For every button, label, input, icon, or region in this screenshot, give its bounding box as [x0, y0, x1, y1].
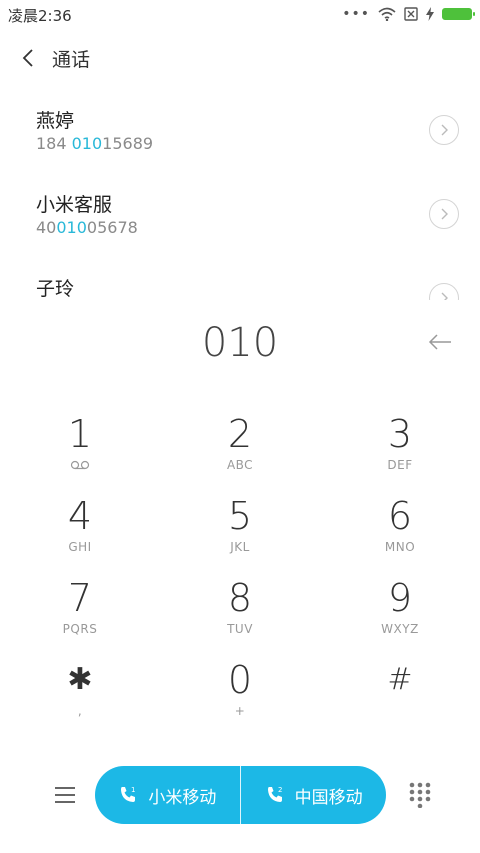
- hamburger-menu-icon: [55, 787, 75, 803]
- key-digit: ✱: [67, 662, 93, 697]
- bottom-action-bar: 1 小米移动 2 中国移动: [0, 764, 480, 826]
- phone-sim2-icon: 2: [267, 786, 282, 802]
- chevron-right-icon: [441, 208, 448, 220]
- contact-item[interactable]: 燕婷 184 01015689: [0, 92, 480, 176]
- key-7[interactable]: 7 PQRS: [20, 576, 140, 652]
- contact-name: 小米客服: [36, 194, 113, 216]
- key-letters: +: [234, 704, 246, 718]
- number-suffix: 15689: [102, 134, 154, 153]
- key-hash[interactable]: #: [340, 658, 460, 734]
- contact-name: 燕婷: [36, 110, 75, 132]
- dialed-number[interactable]: 010: [0, 320, 480, 366]
- key-0[interactable]: 0 +: [180, 658, 300, 734]
- key-letters: ABC: [226, 458, 254, 472]
- contact-item[interactable]: 子玲: [0, 260, 480, 300]
- menu-button[interactable]: [50, 780, 80, 810]
- key-1[interactable]: 1: [20, 412, 140, 488]
- contact-detail-button[interactable]: [429, 283, 459, 300]
- header: 通话: [0, 38, 480, 78]
- key-digit: 9: [387, 576, 413, 620]
- key-letters: ,: [77, 704, 83, 718]
- voicemail-icon: [70, 460, 90, 470]
- key-8[interactable]: 8 TUV: [180, 576, 300, 652]
- key-6[interactable]: 6 MNO: [340, 494, 460, 570]
- number-match: 010: [56, 218, 87, 237]
- wifi-icon: [378, 7, 396, 21]
- sim1-label: 小米移动: [148, 787, 217, 808]
- contact-item[interactable]: 小米客服 4001005678: [0, 176, 480, 260]
- key-digit: 3: [387, 412, 413, 456]
- number-suffix: 05678: [86, 218, 138, 237]
- back-button[interactable]: [14, 44, 42, 72]
- phone-sim1-icon: 1: [121, 786, 136, 802]
- key-4[interactable]: 4 GHI: [20, 494, 140, 570]
- contact-number: 4001005678: [36, 218, 138, 237]
- key-digit: 4: [67, 494, 93, 538]
- chevron-right-icon: [441, 292, 448, 300]
- page-title: 通话: [52, 49, 91, 71]
- key-digit: 5: [227, 494, 253, 538]
- key-letters: MNO: [384, 540, 416, 554]
- contact-detail-button[interactable]: [429, 199, 459, 229]
- status-bar: 凌晨2:36 •••: [0, 0, 480, 28]
- contact-name: 子玲: [36, 278, 75, 300]
- key-letters: DEF: [387, 458, 413, 472]
- sim2-label: 中国移动: [294, 787, 363, 808]
- key-9[interactable]: 9 WXYZ: [340, 576, 460, 652]
- call-buttons: 1 小米移动 2 中国移动: [95, 766, 386, 824]
- svg-text:1: 1: [131, 786, 135, 794]
- status-icons: •••: [342, 4, 475, 24]
- battery-icon: [442, 8, 475, 20]
- call-sim2-button[interactable]: 2 中国移动: [241, 766, 386, 824]
- key-2[interactable]: 2 ABC: [180, 412, 300, 488]
- no-sim-icon: [404, 7, 418, 21]
- key-5[interactable]: 5 JKL: [180, 494, 300, 570]
- key-letters: GHI: [68, 540, 92, 554]
- dialpad-toggle-button[interactable]: [405, 780, 435, 810]
- key-digit: 1: [67, 412, 93, 456]
- number-prefix: 184: [36, 134, 72, 153]
- contact-results-list[interactable]: 燕婷 184 01015689 小米客服 4001005678 子玲: [0, 92, 480, 300]
- key-3[interactable]: 3 DEF: [340, 412, 460, 488]
- chevron-left-icon: [22, 49, 33, 67]
- contact-detail-button[interactable]: [429, 115, 459, 145]
- status-time: 凌晨2:36: [8, 7, 72, 25]
- charging-bolt-icon: [426, 7, 434, 21]
- key-digit: 8: [227, 576, 253, 620]
- key-digit: #: [387, 662, 413, 697]
- key-star[interactable]: ✱ ,: [20, 658, 140, 734]
- key-letters: PQRS: [62, 622, 98, 636]
- key-digit: 7: [67, 576, 93, 620]
- more-dots-icon: •••: [342, 6, 370, 22]
- key-letters: WXYZ: [381, 622, 419, 636]
- key-letters: JKL: [230, 540, 250, 554]
- key-digit: 0: [227, 658, 253, 702]
- number-prefix: 40: [36, 218, 57, 237]
- key-letters: TUV: [227, 622, 253, 636]
- svg-text:2: 2: [278, 786, 282, 794]
- dial-display: 010: [0, 318, 480, 368]
- call-sim1-button[interactable]: 1 小米移动: [95, 766, 240, 824]
- contact-number: 184 01015689: [36, 134, 153, 153]
- number-match: 010: [71, 134, 103, 153]
- dialpad-grid-icon: [409, 782, 431, 808]
- backspace-arrow-icon: [428, 334, 451, 350]
- delete-button[interactable]: [424, 326, 456, 358]
- key-digit: 2: [227, 412, 253, 456]
- key-digit: 6: [387, 494, 413, 538]
- chevron-right-icon: [441, 124, 448, 136]
